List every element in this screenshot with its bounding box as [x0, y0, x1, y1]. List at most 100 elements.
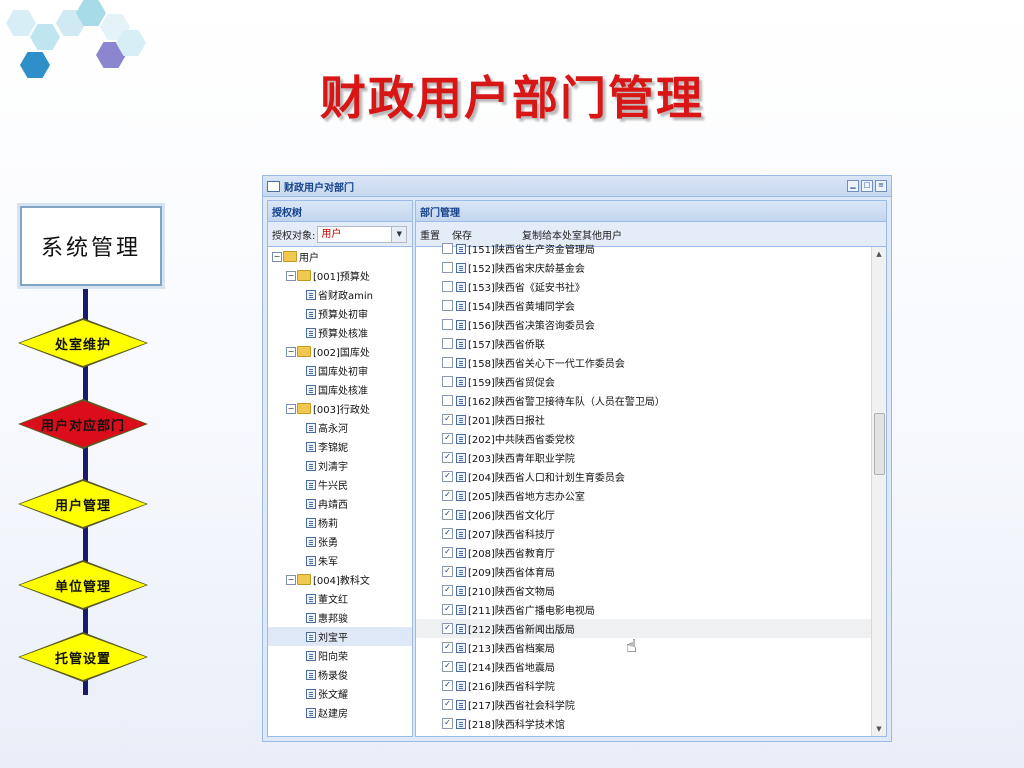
- department-checkbox[interactable]: ✓: [442, 566, 453, 577]
- tree-user-node[interactable]: 牛兴民: [268, 475, 412, 494]
- flow-step-4[interactable]: 托管设置: [20, 634, 146, 680]
- tree-user-node[interactable]: 预算处核准: [268, 323, 412, 342]
- department-row[interactable]: ✓ [218]陕西科学技术馆: [416, 714, 872, 733]
- department-row[interactable]: [156]陕西省决策咨询委员会: [416, 315, 872, 334]
- department-row[interactable]: [158]陕西省关心下一代工作委员会: [416, 353, 872, 372]
- tree-folder-node[interactable]: − [003]行政处: [268, 399, 412, 418]
- tree-folder-node[interactable]: − 用户: [268, 247, 412, 266]
- department-row[interactable]: ✓ [210]陕西省文物局: [416, 581, 872, 600]
- department-row[interactable]: [162]陕西省警卫接待车队（人员在警卫局）: [416, 391, 872, 410]
- department-checkbox[interactable]: ✓: [442, 414, 453, 425]
- department-row[interactable]: ✓ [207]陕西省科技厅: [416, 524, 872, 543]
- department-row[interactable]: ✓ [202]中共陕西省委党校: [416, 429, 872, 448]
- department-checkbox[interactable]: [442, 319, 453, 330]
- department-checkbox[interactable]: [442, 338, 453, 349]
- department-scrollbar[interactable]: ▲ ▼: [871, 247, 886, 736]
- tree-user-node[interactable]: 省财政amin: [268, 285, 412, 304]
- department-row[interactable]: ✓ [213]陕西省档案局: [416, 638, 872, 657]
- department-icon: [456, 680, 466, 691]
- department-checkbox[interactable]: ✓: [442, 452, 453, 463]
- department-row[interactable]: ✓ [216]陕西省科学院: [416, 676, 872, 695]
- department-checkbox[interactable]: [442, 357, 453, 368]
- user-node-icon: [306, 612, 316, 623]
- department-checkbox[interactable]: ✓: [442, 623, 453, 634]
- auth-object-select[interactable]: 用户 ▼: [317, 225, 408, 243]
- department-checkbox[interactable]: ✓: [442, 699, 453, 710]
- tree-user-node[interactable]: 高永河: [268, 418, 412, 437]
- tree-user-node[interactable]: 杨莉: [268, 513, 412, 532]
- department-checkbox[interactable]: [442, 376, 453, 387]
- department-checkbox[interactable]: ✓: [442, 509, 453, 520]
- tree-user-node[interactable]: 张勇: [268, 532, 412, 551]
- department-label: [218]陕西科学技术馆: [468, 720, 565, 731]
- department-checkbox[interactable]: ✓: [442, 471, 453, 482]
- department-checkbox[interactable]: ✓: [442, 680, 453, 691]
- tree-user-node[interactable]: 预算处初审: [268, 304, 412, 323]
- tree-user-node[interactable]: 杨录俊: [268, 665, 412, 684]
- department-row[interactable]: ✓ [208]陕西省教育厅: [416, 543, 872, 562]
- tree-user-node[interactable]: 刘清宇: [268, 456, 412, 475]
- maximize-icon[interactable]: □: [861, 180, 873, 192]
- collapse-toggle-icon[interactable]: −: [286, 403, 296, 414]
- flow-step-1[interactable]: 用户对应部门: [20, 401, 146, 447]
- department-checkbox[interactable]: [442, 395, 453, 406]
- department-row[interactable]: ✓ [203]陕西青年职业学院: [416, 448, 872, 467]
- collapse-toggle-icon[interactable]: −: [286, 574, 296, 585]
- flow-step-2[interactable]: 用户管理: [20, 481, 146, 527]
- tree-user-node[interactable]: 惠邦骏: [268, 608, 412, 627]
- department-row[interactable]: ✓ [206]陕西省文化厅: [416, 505, 872, 524]
- scroll-down-icon[interactable]: ▼: [872, 722, 886, 736]
- department-checkbox[interactable]: ✓: [442, 528, 453, 539]
- department-row[interactable]: [152]陕西省宋庆龄基金会: [416, 258, 872, 277]
- menu-icon[interactable]: ≡: [875, 180, 887, 192]
- tree-user-node[interactable]: 阳向荣: [268, 646, 412, 665]
- tree-folder-node[interactable]: − [002]国库处: [268, 342, 412, 361]
- department-checkbox[interactable]: ✓: [442, 490, 453, 501]
- tree-user-node[interactable]: 刘宝平: [268, 627, 412, 646]
- tree-user-node[interactable]: 国库处核准: [268, 380, 412, 399]
- department-row[interactable]: ✓ [214]陕西省地震局: [416, 657, 872, 676]
- department-row[interactable]: ✓ [211]陕西省广播电影电视局: [416, 600, 872, 619]
- department-checkbox[interactable]: [442, 300, 453, 311]
- flow-step-0[interactable]: 处室维护: [20, 320, 146, 366]
- department-row[interactable]: [157]陕西省侨联: [416, 334, 872, 353]
- tree-user-node[interactable]: 张文耀: [268, 684, 412, 703]
- department-row[interactable]: [159]陕西省贸促会: [416, 372, 872, 391]
- minimize-icon[interactable]: ▁: [847, 180, 859, 192]
- department-row[interactable]: [153]陕西省《延安书社》: [416, 277, 872, 296]
- department-checkbox[interactable]: [442, 262, 453, 273]
- tree-user-node[interactable]: 冉靖西: [268, 494, 412, 513]
- scroll-thumb[interactable]: [874, 413, 885, 475]
- department-checkbox[interactable]: [442, 243, 453, 254]
- department-checkbox[interactable]: ✓: [442, 585, 453, 596]
- department-checkbox[interactable]: ✓: [442, 661, 453, 672]
- department-row[interactable]: ✓ [212]陕西省新闻出版局: [416, 619, 872, 638]
- tree-user-node[interactable]: 国库处初审: [268, 361, 412, 380]
- department-row[interactable]: ✓ [209]陕西省体育局: [416, 562, 872, 581]
- department-checkbox[interactable]: ✓: [442, 718, 453, 729]
- department-row[interactable]: ✓ [217]陕西省社会科学院: [416, 695, 872, 714]
- department-checkbox[interactable]: [442, 281, 453, 292]
- decor-hexagon: [6, 10, 36, 36]
- collapse-toggle-icon[interactable]: −: [272, 251, 282, 262]
- flow-step-3[interactable]: 单位管理: [20, 562, 146, 608]
- department-row[interactable]: ✓ [201]陕西日报社: [416, 410, 872, 429]
- tree-folder-node[interactable]: − [001]预算处: [268, 266, 412, 285]
- department-checkbox[interactable]: ✓: [442, 433, 453, 444]
- department-checkbox[interactable]: ✓: [442, 547, 453, 558]
- tree-user-node[interactable]: 董文红: [268, 589, 412, 608]
- tree-user-node[interactable]: 赵建房: [268, 703, 412, 722]
- collapse-toggle-icon[interactable]: −: [286, 270, 296, 281]
- tree-user-node[interactable]: 李锦妮: [268, 437, 412, 456]
- department-checkbox[interactable]: ✓: [442, 642, 453, 653]
- tree-folder-node[interactable]: − [004]教科文: [268, 570, 412, 589]
- department-row[interactable]: ✓ [204]陕西省人口和计划生育委员会: [416, 467, 872, 486]
- scroll-up-icon[interactable]: ▲: [872, 247, 886, 261]
- department-row[interactable]: ✓ [205]陕西省地方志办公室: [416, 486, 872, 505]
- tree-user-node[interactable]: 朱军: [268, 551, 412, 570]
- collapse-toggle-icon[interactable]: −: [286, 346, 296, 357]
- department-row[interactable]: [154]陕西省黄埔同学会: [416, 296, 872, 315]
- chevron-down-icon[interactable]: ▼: [391, 226, 407, 242]
- department-row[interactable]: [151]陕西省生产资金管理局: [416, 239, 872, 258]
- department-checkbox[interactable]: ✓: [442, 604, 453, 615]
